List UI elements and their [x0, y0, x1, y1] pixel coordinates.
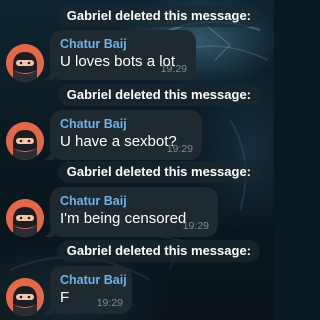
- message-time: 19:29: [160, 63, 187, 75]
- avatar-art: [6, 278, 44, 316]
- service-message-text: Gabriel deleted this message:: [66, 87, 251, 102]
- avatar-art: [6, 199, 44, 237]
- message-bubble[interactable]: Chatur Baij U have a sexbot? 19:29: [44, 110, 202, 160]
- avatar-art: [6, 122, 44, 160]
- service-message-text: Gabriel deleted this message:: [66, 243, 251, 258]
- bubble-tail: [44, 148, 54, 160]
- bubble-tail: [44, 225, 54, 237]
- service-message-text: Gabriel deleted this message:: [66, 164, 251, 179]
- message-text: U loves bots a lot: [60, 53, 176, 70]
- message-bubble[interactable]: Chatur Baij U loves bots a lot 19:29: [44, 30, 196, 80]
- message-bubble[interactable]: Chatur Baij I'm being censored 19:29: [44, 187, 218, 237]
- sender-name[interactable]: Chatur Baij: [60, 272, 127, 288]
- message-row[interactable]: Chatur Baij I'm being censored 19:29: [0, 187, 274, 243]
- message-row[interactable]: Chatur Baij U loves bots a lot 19:29: [0, 30, 274, 86]
- message-row[interactable]: Chatur Baij U have a sexbot? 19:29: [0, 110, 274, 166]
- message-time: 19:29: [166, 143, 193, 155]
- service-message: Gabriel deleted this message:: [57, 240, 260, 262]
- service-message-text: Gabriel deleted this message:: [66, 8, 251, 23]
- service-message: Gabriel deleted this message:: [57, 84, 260, 106]
- bubble-tail: [44, 68, 54, 80]
- bubble-tail: [44, 302, 54, 314]
- service-message: Gabriel deleted this message:: [57, 161, 260, 183]
- chat-history[interactable]: Gabriel deleted this message: Chatur Bai…: [0, 0, 274, 320]
- ninja-avatar-icon[interactable]: [6, 199, 44, 237]
- service-message: Gabriel deleted this message:: [57, 5, 260, 27]
- message-text: U have a sexbot?: [60, 133, 177, 150]
- avatar-art: [6, 44, 44, 82]
- ninja-avatar-icon[interactable]: [6, 122, 44, 160]
- message-text: I'm being censored: [60, 210, 187, 227]
- sender-name[interactable]: Chatur Baij: [60, 116, 192, 132]
- message-time: 19:29: [96, 297, 123, 309]
- message-text: F: [60, 289, 70, 306]
- ninja-avatar-icon[interactable]: [6, 278, 44, 316]
- sender-name[interactable]: Chatur Baij: [60, 36, 186, 52]
- message-row[interactable]: Chatur Baij F 19:29: [0, 266, 274, 318]
- message-bubble[interactable]: Chatur Baij F 19:29: [44, 266, 132, 314]
- message-time: 19:29: [182, 220, 209, 232]
- ninja-avatar-icon[interactable]: [6, 44, 44, 82]
- sender-name[interactable]: Chatur Baij: [60, 193, 208, 209]
